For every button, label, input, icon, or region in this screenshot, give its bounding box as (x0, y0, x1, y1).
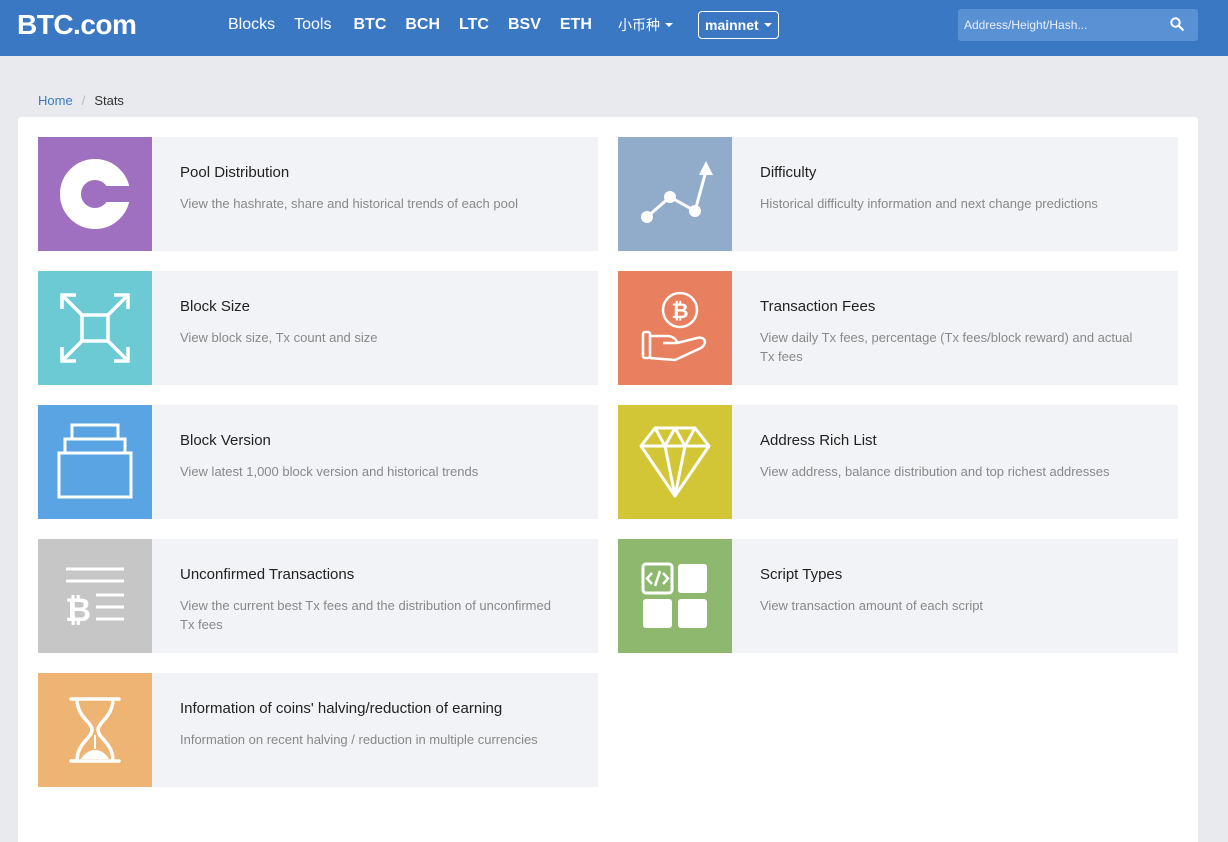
card-description: View latest 1,000 block version and hist… (180, 464, 479, 479)
pie-chart-icon (60, 159, 131, 229)
card-title: Script Types (760, 566, 843, 583)
card-icon-box (38, 673, 152, 787)
card-icon-box (618, 137, 732, 251)
card-title: Transaction Fees (760, 298, 876, 315)
card-script-types[interactable]: Script Types View transaction amount of … (618, 539, 1178, 653)
site-logo[interactable]: BTC.com (17, 9, 137, 41)
network-label: mainnet (705, 17, 759, 33)
card-icon-box: ₿ (618, 271, 732, 385)
card-transaction-fees[interactable]: ₿ Transaction Fees View daily Tx fees, p… (618, 271, 1178, 385)
nav-ltc[interactable]: LTC (459, 16, 489, 34)
breadcrumb: Home / Stats (38, 93, 124, 108)
svg-text:₿: ₿ (671, 299, 688, 323)
search-icon[interactable] (1170, 17, 1184, 31)
hourglass-icon (69, 697, 121, 763)
card-icon-box: ₿ (38, 539, 152, 653)
card-icon-box (38, 271, 152, 385)
nav-bsv[interactable]: BSV (508, 16, 541, 34)
card-halving-info[interactable]: Information of coins' halving/reduction … (38, 673, 598, 787)
trend-line-icon (641, 161, 713, 223)
breadcrumb-separator: / (81, 93, 86, 108)
caret-down-icon (763, 23, 772, 27)
card-title: Block Version (180, 432, 271, 449)
expand-arrows-icon (60, 293, 130, 363)
card-title: Information of coins' halving/reduction … (180, 700, 503, 717)
card-description: Historical difficulty information and ne… (760, 196, 1098, 211)
card-pool-distribution[interactable]: Pool Distribution View the hashrate, sha… (38, 137, 598, 251)
nav-btc[interactable]: BTC (353, 16, 386, 34)
card-description: Information on recent halving / reductio… (180, 732, 538, 747)
small-coins-label: 小币种 (618, 17, 660, 33)
card-icon-box (38, 405, 152, 519)
nav-blocks[interactable]: Blocks (228, 16, 275, 34)
card-title: Unconfirmed Transactions (180, 566, 355, 583)
nav-eth[interactable]: ETH (560, 16, 592, 34)
nav-tools[interactable]: Tools (294, 16, 331, 34)
card-description: View the hashrate, share and historical … (180, 196, 518, 211)
card-description: View address, balance distribution and t… (760, 464, 1110, 479)
card-icon-box (38, 137, 152, 251)
card-title: Pool Distribution (180, 164, 290, 181)
card-icon-box (618, 405, 732, 519)
card-block-version[interactable]: Block Version View latest 1,000 block ve… (38, 405, 598, 519)
main-nav: Blocks Tools BTC BCH LTC BSV ETH (228, 0, 611, 50)
card-icon-box (618, 539, 732, 653)
code-blocks-icon (641, 562, 707, 628)
card-description: View transaction amount of each script (760, 598, 984, 613)
search-box (958, 9, 1198, 41)
bitcoin-list-icon: ₿ (65, 567, 124, 629)
card-difficulty[interactable]: Difficulty Historical difficulty informa… (618, 137, 1178, 251)
search-input[interactable] (958, 18, 1158, 32)
breadcrumb-home[interactable]: Home (38, 93, 73, 108)
svg-text:₿: ₿ (65, 591, 91, 629)
card-description: View block size, Tx count and size (180, 330, 378, 345)
small-coins-menu: 小币种 (618, 0, 673, 50)
breadcrumb-current: Stats (94, 93, 124, 108)
diamond-icon (639, 426, 711, 498)
card-block-size[interactable]: Block Size View block size, Tx count and… (38, 271, 598, 385)
card-title: Address Rich List (760, 432, 877, 449)
nav-bch[interactable]: BCH (405, 16, 440, 34)
card-description: View the current best Tx fees and the di… (180, 598, 551, 632)
card-description: View daily Tx fees, percentage (Tx fees/… (760, 330, 1133, 364)
card-title: Block Size (180, 298, 251, 315)
card-address-rich-list[interactable]: Address Rich List View address, balance … (618, 405, 1178, 519)
stats-panel: Pool Distribution View the hashrate, sha… (18, 117, 1198, 842)
hand-bitcoin-icon: ₿ (641, 291, 707, 362)
small-coins-dropdown[interactable]: 小币种 (618, 15, 673, 35)
network-dropdown[interactable]: mainnet (698, 11, 779, 39)
card-title: Difficulty (760, 164, 817, 181)
stacked-layers-icon (57, 423, 133, 499)
top-navbar: BTC.com Blocks Tools BTC BCH LTC BSV ETH… (0, 0, 1228, 56)
card-unconfirmed-transactions[interactable]: ₿ Unconfirmed Transactions View the curr… (38, 539, 598, 653)
caret-down-icon (665, 23, 673, 27)
